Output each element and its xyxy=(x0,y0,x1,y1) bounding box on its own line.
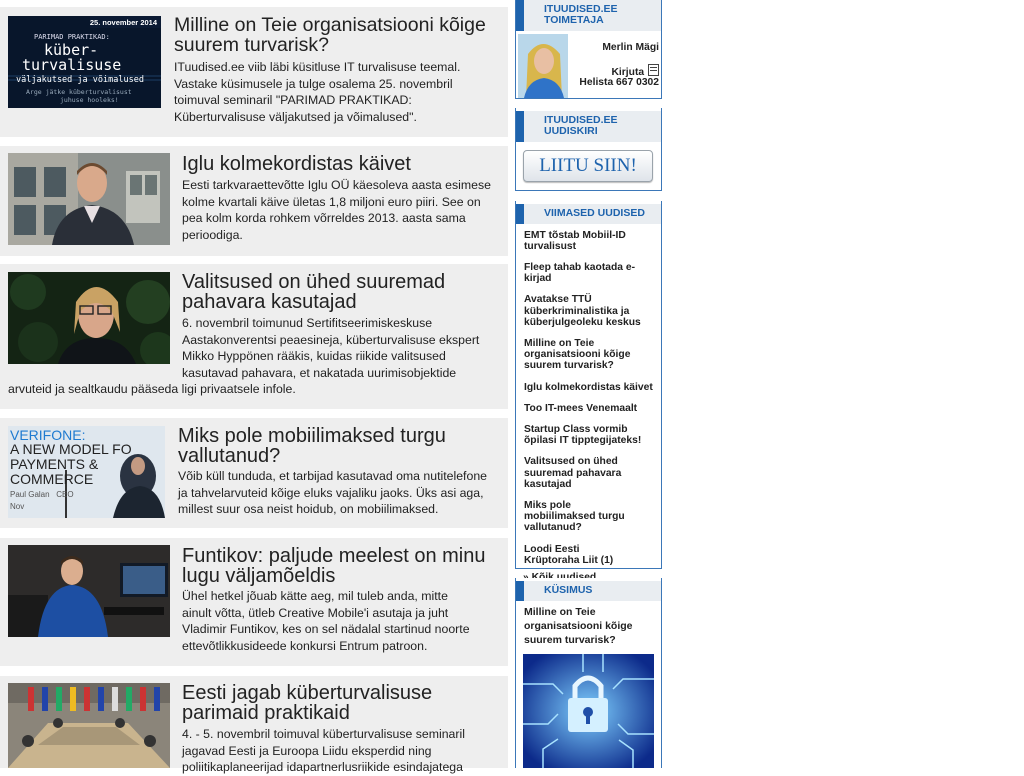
newsletter-heading-line2: UUDISKIRI xyxy=(544,125,598,137)
news-link[interactable]: Too IT-mees Venemaalt xyxy=(524,403,659,414)
article-summary: Ühel hetkel jõuab kätte aeg, mil tuleb a… xyxy=(182,589,470,653)
slide-line3: PAYMENTS & xyxy=(10,456,99,472)
slide-line5: Paul Galan CEO xyxy=(10,490,74,499)
header-accent xyxy=(516,581,524,601)
news-link[interactable]: Miks pole mobiilimaksed turgu vallutanud… xyxy=(524,500,644,534)
banner-date: 25. november 2014 xyxy=(89,18,157,27)
article-image[interactable] xyxy=(8,545,170,637)
article-image[interactable]: VERIFONE: A NEW MODEL FO PAYMENTS & COMM… xyxy=(8,426,165,518)
newsletter-header: ITUUDISED.EE UUDISKIRI xyxy=(516,108,661,142)
image-wrap-spacer xyxy=(8,315,182,373)
article-image[interactable]: 25. november 2014 PARIMAD PRAKTIKAD: küb… xyxy=(8,16,161,108)
article-summary: ITuudised.ee viib läbi küsitluse IT turv… xyxy=(174,60,461,124)
news-link[interactable]: Startup Class vormib õpilasi IT tipptegi… xyxy=(524,424,659,446)
header-accent xyxy=(516,0,524,31)
newsletter-heading: ITUUDISED.EE UUDISKIRI xyxy=(544,115,618,137)
news-link[interactable]: Loodi Eesti Krüptoraha Liit (1) xyxy=(524,544,636,566)
person-photo xyxy=(8,545,170,637)
article-summary: Võib küll tunduda, et tarbijad kasutavad… xyxy=(178,469,487,517)
article-summary: Eesti tarkvaraettevõtte Iglu OÜ käesolev… xyxy=(182,178,491,242)
banner-line3: turvalisuse xyxy=(22,56,122,74)
editor-header: ITUUDISED.EE TOIMETAJA xyxy=(516,0,661,31)
person-photo xyxy=(8,153,170,245)
security-lock-image xyxy=(523,654,654,768)
news-link[interactable]: Valitsused on ühed suuremad pahavara kas… xyxy=(524,456,624,490)
editor-phone: Helista 667 0302 xyxy=(579,77,659,88)
editor-avatar xyxy=(518,34,568,98)
poll-heading: KÜSIMUS xyxy=(544,584,593,596)
article-card: Valitsused on ühed suuremad pahavara kas… xyxy=(0,264,508,409)
slide-line6: Nov xyxy=(10,502,25,511)
news-link[interactable]: Milline on Teie organisatsiooni kõige su… xyxy=(524,338,649,372)
mail-icon xyxy=(648,64,659,76)
editor-heading: ITUUDISED.EE TOIMETAJA xyxy=(544,4,618,26)
slide-line1: VERIFONE: xyxy=(10,427,86,443)
news-link[interactable]: Avatakse TTÜ küberkriminalistika ja kübe… xyxy=(524,294,644,328)
slide-line4: COMMERCE xyxy=(10,471,94,487)
article-image[interactable] xyxy=(8,153,170,245)
header-accent xyxy=(516,111,524,142)
latest-news-heading: VIIMASED UUDISED xyxy=(544,207,645,219)
poll-header: KÜSIMUS xyxy=(516,578,661,601)
poll-question: Milline on Teie organisatsiooni kõige su… xyxy=(524,606,633,646)
editor-heading-line2: TOIMETAJA xyxy=(544,14,604,26)
banner-line5: Arge jätke küberturvalisust xyxy=(26,88,132,96)
meeting-photo xyxy=(8,683,170,768)
article-title[interactable]: Valitsused on ühed suuremad pahavara kas… xyxy=(182,272,482,312)
latest-news-header: VIIMASED UUDISED xyxy=(516,201,661,224)
banner-line1: PARIMAD PRAKTIKAD: xyxy=(34,33,110,41)
article-title[interactable]: Milline on Teie organisatsiooni kõige su… xyxy=(174,15,494,55)
latest-news-box: VIIMASED UUDISED EMT tõstab Mobiil-ID tu… xyxy=(515,201,662,583)
poll-image xyxy=(523,654,654,768)
article-card: Eesti jagab küberturvalisuse parimaid pr… xyxy=(0,676,508,774)
article-card: Funtikov: paljude meelest on minu lugu v… xyxy=(0,538,508,666)
latest-news-list: EMT tõstab Mobiil-ID turvalisust Fleep t… xyxy=(523,230,659,583)
banner-line6: juhuse hooleks! xyxy=(60,96,119,104)
banner-line4: väljakutsed ja võimalused xyxy=(16,75,144,85)
editor-photo xyxy=(518,34,568,98)
article-summary: 6. novembril toimunud Sertifitseerimiske… xyxy=(8,315,502,398)
article-card: 25. november 2014 PARIMAD PRAKTIKAD: küb… xyxy=(0,7,508,137)
news-link[interactable]: Iglu kolmekordistas käivet xyxy=(524,382,659,393)
editor-write-link[interactable]: Kirjuta xyxy=(612,64,659,78)
header-accent xyxy=(516,204,524,224)
news-link[interactable]: EMT tõstab Mobiil-ID turvalisust xyxy=(524,230,634,252)
newsletter-box: ITUUDISED.EE UUDISKIRI LIITU SIIN! xyxy=(515,108,662,191)
editor-box: ITUUDISED.EE TOIMETAJA Merlin Mägi Kirju… xyxy=(515,0,662,99)
editor-name: Merlin Mägi xyxy=(602,42,659,53)
article-title[interactable]: Miks pole mobiilimaksed turgu vallutanud… xyxy=(178,426,478,466)
article-card: Iglu kolmekordistas käivet Eesti tarkvar… xyxy=(0,146,508,256)
article-summary: 4. - 5. novembril toimuval küberturvalis… xyxy=(182,727,465,775)
article-title[interactable]: Iglu kolmekordistas käivet xyxy=(182,154,502,174)
article-card: VERIFONE: A NEW MODEL FO PAYMENTS & COMM… xyxy=(0,418,508,528)
join-newsletter-button[interactable]: LIITU SIIN! xyxy=(523,150,653,182)
article-title[interactable]: Funtikov: paljude meelest on minu lugu v… xyxy=(182,546,492,586)
article-image[interactable] xyxy=(8,683,170,768)
slide-line2: A NEW MODEL FO xyxy=(10,441,132,457)
article-title[interactable]: Eesti jagab küberturvalisuse parimaid pr… xyxy=(182,683,502,723)
poll-box: KÜSIMUS Milline on Teie organisatsiooni … xyxy=(515,578,662,768)
news-link[interactable]: Fleep tahab kaotada e-kirjad xyxy=(524,262,659,284)
